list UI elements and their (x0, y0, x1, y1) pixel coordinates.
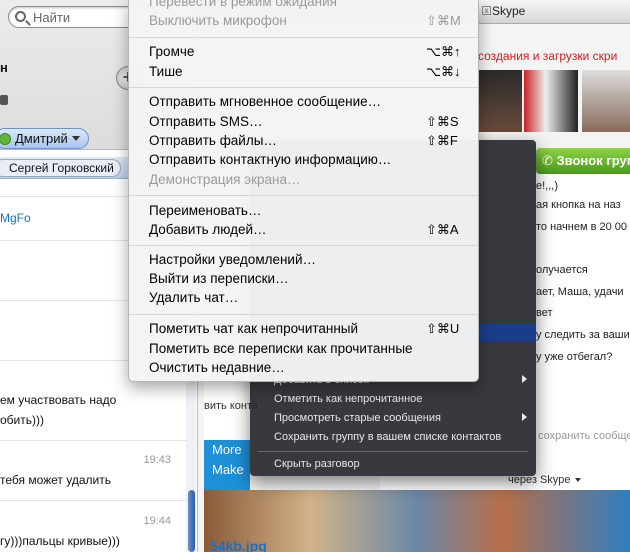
chevron-down-icon (71, 136, 80, 141)
shortcut-mark-unread: ⇧⌘U (426, 321, 460, 336)
scrollbar-thumb[interactable] (188, 490, 195, 552)
menu-separator (129, 37, 478, 38)
menu-item-delete-chat[interactable]: Удалить чат… (149, 290, 238, 305)
message-input-placeholder[interactable]: сохранить сообщение (538, 430, 630, 442)
menu-item-mark-unread[interactable]: Отметить как непрочитанное (274, 393, 422, 405)
online-status-icon (0, 132, 11, 145)
shortcut-send-sms: ⇧⌘S (426, 114, 459, 129)
promo-link[interactable]: создания и загрузки скри (478, 49, 617, 63)
promo-make: Make (212, 462, 244, 477)
promo-more: More (212, 442, 242, 457)
chat-message: гу)))пальцы кривые))) (0, 534, 120, 548)
search-placeholder: Найти (33, 10, 71, 25)
menu-item-send-contact[interactable]: Отправить контактную информацию… (149, 152, 391, 167)
shortcut-mute: ⇧⌘M (426, 13, 461, 28)
chat-line: вет (536, 307, 553, 319)
chat-message: тебя может удалить (0, 473, 111, 487)
shortcut-send-files: ⇧⌘F (426, 133, 458, 148)
chat-line: ая кнопка на наз (536, 199, 621, 211)
menu-item-notification-settings[interactable]: Настройки уведомлений… (149, 252, 316, 267)
menu-separator (129, 314, 478, 315)
menu-item-clear-recent[interactable]: Очистить недавние… (149, 360, 285, 375)
divider (0, 500, 197, 501)
menu-item-hold: Перевести в режим ожидания (149, 0, 337, 9)
tab-contact[interactable]: Сергей Горковский (0, 159, 121, 177)
group-call-button[interactable]: ✆ Звонок групп (536, 148, 630, 174)
menu-item-hide-conversation[interactable]: Скрыть разговор (274, 458, 360, 470)
menu-separator (129, 195, 478, 196)
phone-icon: ✆ (542, 153, 553, 168)
shortcut-add-people: ⇧⌘A (426, 222, 459, 237)
menu-item-mute: Выключить микрофон (149, 13, 287, 28)
user-name: Дмитрий (15, 131, 68, 146)
chat-line: олучается (536, 264, 588, 276)
menu-item-volume-up[interactable]: Громче (149, 44, 194, 59)
close-icon[interactable]: x (482, 6, 491, 15)
group-call-label: Звонок групп (556, 153, 630, 168)
menu-separator (129, 87, 478, 88)
menu-item-screen-share: Демонстрация экрана… (149, 172, 301, 187)
menu-item-rename[interactable]: Переименовать… (149, 203, 261, 218)
menu-item-leave-conversation[interactable]: Выйти из переписки… (149, 271, 289, 286)
menu-separator (258, 451, 528, 452)
submenu-arrow-icon (522, 413, 527, 421)
chat-message: ем участвовать надо (0, 393, 117, 407)
chat-line: то начнем в 20 00 (536, 221, 628, 233)
game-banner-image (204, 490, 630, 552)
message-time: 19:43 (143, 454, 171, 466)
menu-separator (129, 245, 478, 246)
menu-item-volume-down[interactable]: Тише (149, 64, 183, 79)
submenu-arrow-icon (522, 375, 527, 383)
menu-item-old-messages[interactable]: Просмотреть старые сообщения (274, 412, 441, 424)
menu-item-send-files[interactable]: Отправить файлы… (149, 133, 277, 148)
promo-banner[interactable]: More Make (204, 440, 250, 490)
browser-tab-title: Skype (492, 4, 526, 18)
divider (0, 440, 197, 441)
menu-item-send-sms[interactable]: Отправить SMS… (149, 114, 262, 129)
status-dot (0, 95, 8, 105)
thumbnail-image[interactable] (582, 70, 630, 132)
link-fragment[interactable]: MgFo (0, 211, 31, 225)
menu-item-mark-chat-unread[interactable]: Пометить чат как непрочитанный (149, 321, 358, 336)
menu-item-add-people[interactable]: Добавить людей… (149, 222, 267, 237)
chat-line: у уже отбегал? (536, 351, 613, 363)
menu-item-save-group[interactable]: Сохранить группу в вашем списке контакто… (274, 431, 501, 443)
menu-item-mark-all-read[interactable]: Пометить все переписки как прочитанные (149, 341, 413, 356)
search-icon (15, 11, 26, 22)
chat-line: у следить за ваши (536, 329, 630, 341)
chat-history-panel (530, 174, 630, 474)
shortcut-volume-up: ⌥⌘↑ (426, 44, 461, 59)
chat-line: е!,,,) (536, 180, 559, 192)
user-chip[interactable]: Дмитрий (0, 128, 89, 149)
menu-item-send-im[interactable]: Отправить мгновенное сообщение… (149, 94, 381, 109)
message-time: 19:44 (143, 515, 171, 527)
shortcut-volume-down: ⌥⌘↓ (426, 64, 461, 79)
browser-tab[interactable]: x Skype (478, 0, 630, 24)
thumbnail-image[interactable] (478, 70, 522, 132)
thumbnail-strip (478, 70, 630, 132)
sidebar-text-fragment: н (0, 60, 8, 75)
chevron-down-icon (574, 478, 581, 483)
file-name[interactable]: 54kb.jpg (210, 538, 267, 552)
chat-line: ает, Маша, удачи (536, 286, 624, 298)
chat-message: обить))) (0, 413, 44, 427)
thumbnail-image[interactable] (524, 70, 578, 132)
